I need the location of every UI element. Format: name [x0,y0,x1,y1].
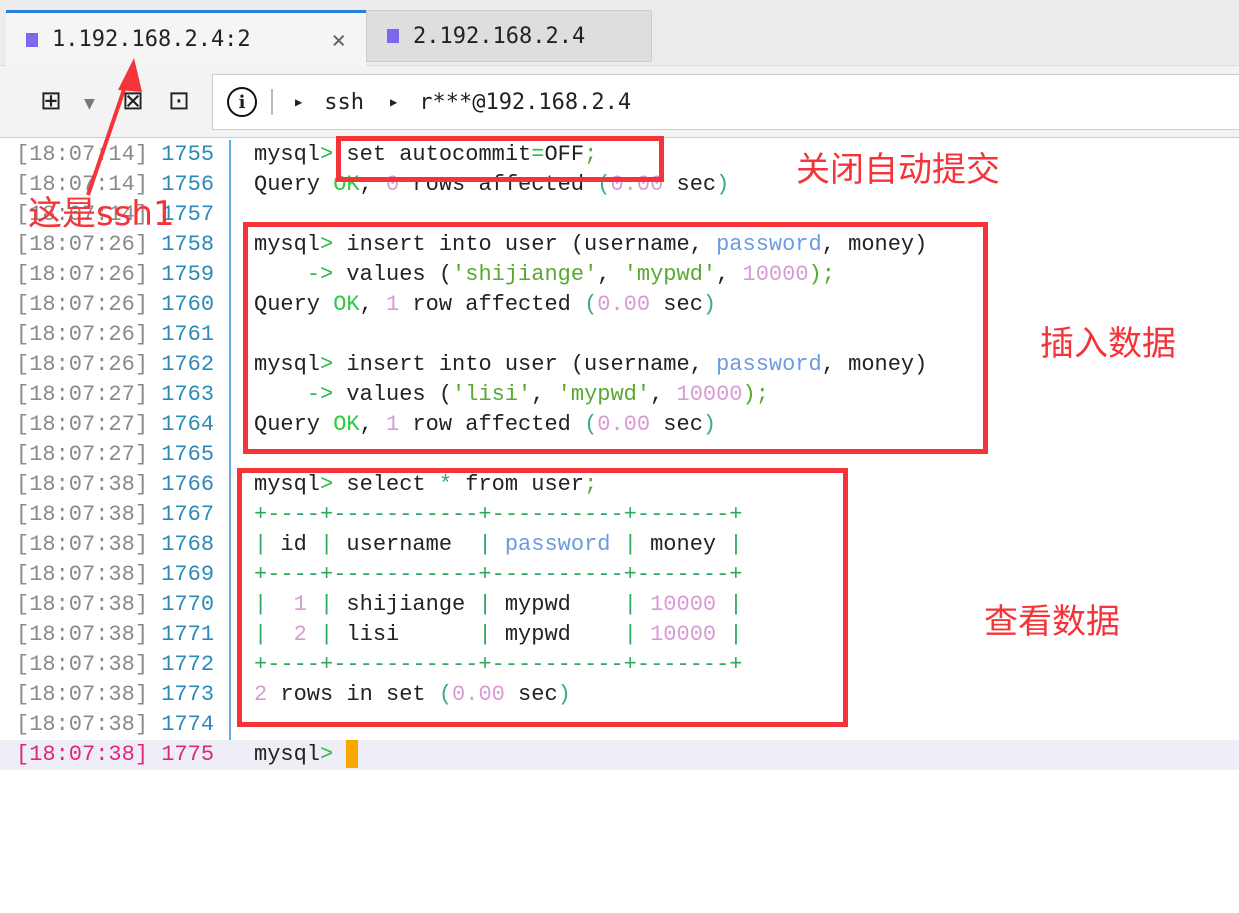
timestamp: [18:07:38] [16,592,149,617]
terminal-cursor [346,740,359,769]
timestamp: [18:07:38] [16,652,149,677]
text-segment: mysql [254,742,321,767]
timestamp: [18:07:38] [16,742,149,767]
text-segment: Query [254,172,334,197]
text-segment: sec [663,172,717,197]
timestamp: [18:07:38] [16,622,149,647]
timestamp: [18:07:27] [16,382,149,407]
timestamp: [18:07:38] [16,562,149,587]
timestamp: [18:07:26] [16,322,149,347]
line-gutter: [18:07:38] 1770 [16,590,231,620]
breadcrumb-host[interactable]: r***@192.168.2.4 [419,90,631,115]
annotation-box-insert [243,222,988,454]
annotation-arrow [86,58,142,196]
breadcrumb-protocol[interactable]: ssh [324,90,364,115]
tab-label: 2.192.168.2.4 [413,23,586,49]
line-gutter: [18:07:26] 1759 [16,260,231,290]
line-number: 1759 [148,262,215,287]
line-gutter: [18:07:38] 1769 [16,560,231,590]
timestamp: [18:07:38] [16,472,149,497]
line-gutter: [18:07:38] 1775 [16,740,231,770]
annotation-insert: 插入数据 [1040,324,1176,364]
line-gutter: [18:07:26] 1760 [16,290,231,320]
line-number: 1774 [148,712,215,737]
line-gutter: [18:07:38] 1767 [16,500,231,530]
timestamp: [18:07:38] [16,682,149,707]
line-number: 1773 [148,682,215,707]
line-number: 1765 [148,442,215,467]
line-gutter: [18:07:27] 1763 [16,380,231,410]
line-gutter: [18:07:38] 1774 [16,710,231,740]
line-gutter: [18:07:38] 1773 [16,680,231,710]
timestamp: [18:07:26] [16,352,149,377]
timestamp: [18:07:26] [16,292,149,317]
timestamp: [18:07:27] [16,412,149,437]
annotation-box-select [237,468,848,727]
annotation-select: 查看数据 [984,602,1120,642]
line-gutter: [18:07:26] 1761 [16,320,231,350]
info-icon[interactable]: i [227,87,257,117]
line-number: 1769 [148,562,215,587]
line-number: 1758 [148,232,215,257]
triangle-right-icon: ▶ [389,95,398,109]
line-number: 1761 [148,322,215,347]
text-segment: ) [716,172,730,197]
timestamp: [18:07:27] [16,442,149,467]
line-number: 1771 [148,622,215,647]
triangle-right-icon: ▶ [295,95,303,109]
line-gutter: [18:07:38] 1771 [16,620,231,650]
line-number: 1763 [148,382,215,407]
divider [271,89,273,115]
line-number: 1770 [148,592,215,617]
line-number: 1775 [148,742,215,767]
annotation-box-autocommit [336,136,664,182]
timestamp: [18:07:26] [16,262,149,287]
line-gutter: [18:07:27] 1765 [16,440,231,470]
line-gutter: [18:07:38] 1772 [16,650,231,680]
line-gutter: [18:07:38] 1768 [16,530,231,560]
timestamp: [18:07:38] [16,502,149,527]
address-bar[interactable]: i ▶ ssh ▶ r***@192.168.2.4 [212,74,1239,130]
text-segment: > [320,742,334,767]
text-segment: > [320,142,334,167]
session-color-icon [387,29,399,43]
line-gutter: [18:07:27] 1764 [16,410,231,440]
terminal-line: [18:07:38] 1775 mysql> [0,740,1239,770]
close-tab-icon[interactable]: × [332,26,346,54]
line-number: 1768 [148,532,215,557]
line-number: 1772 [148,652,215,677]
timestamp: [18:07:26] [16,232,149,257]
annotation-autocommit: 关闭自动提交 [796,150,1000,190]
text-segment: mysql [254,142,321,167]
text-segment [333,742,346,767]
line-gutter: [18:07:26] 1762 [16,350,231,380]
tab-session-2[interactable]: 2.192.168.2.4 [366,10,652,62]
timestamp: [18:07:38] [16,712,149,737]
line-number: 1764 [148,412,215,437]
line-gutter: [18:07:38] 1766 [16,470,231,500]
line-number: 1767 [148,502,215,527]
line-number: 1762 [148,352,215,377]
line-text: mysql> [254,740,359,770]
line-number: 1760 [148,292,215,317]
line-number: 1766 [148,472,215,497]
timestamp: [18:07:38] [16,532,149,557]
